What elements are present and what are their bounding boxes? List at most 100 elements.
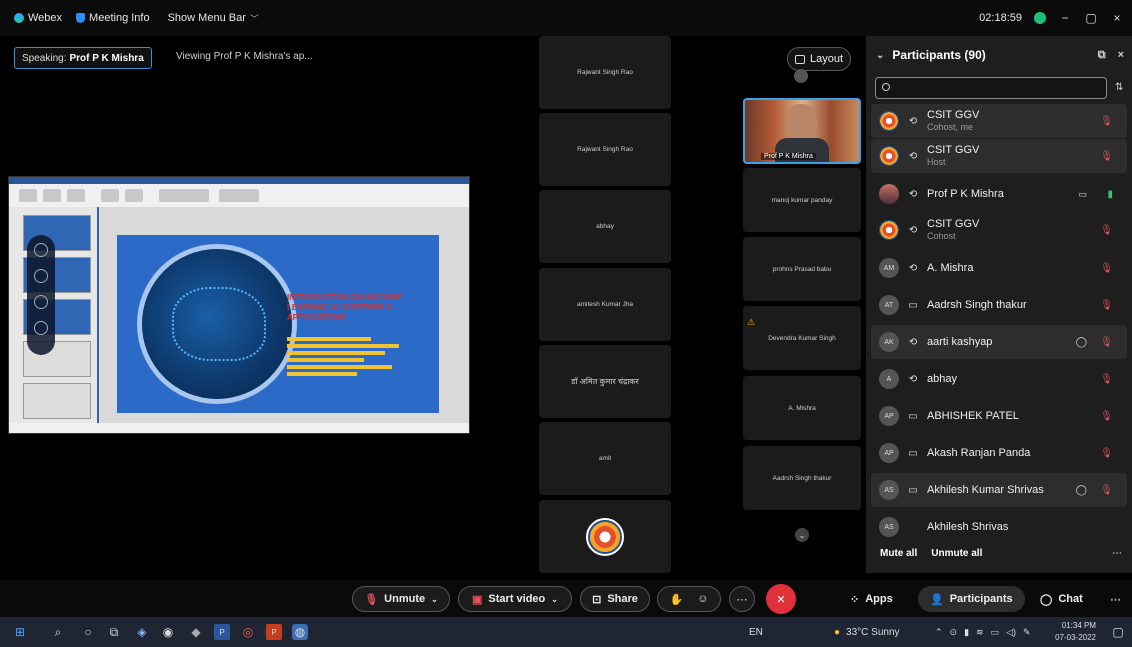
participant-row[interactable]: AK ⟲ aarti kashyap ◯ 🎙 [871, 325, 1127, 359]
video-tile[interactable]: amit [539, 422, 671, 495]
start-video-button[interactable]: ▣ Start video ⌄ [458, 586, 572, 612]
video-tile[interactable]: amitesh Kumar Jha [539, 268, 671, 341]
mic-muted-icon[interactable]: 🎙 [1100, 485, 1113, 496]
chat-bubble-icon[interactable]: ◯ [1076, 337, 1087, 348]
app-icon[interactable]: ◆ [188, 624, 204, 640]
participant-row[interactable]: AS ▭ Akhilesh Kumar Shrivas ◯ 🎙 [871, 473, 1127, 507]
participant-name: ABHISHEK PATEL [927, 410, 1019, 422]
search-tool-icon[interactable] [34, 321, 48, 335]
video-tile[interactable] [539, 500, 671, 573]
windows-start-icon[interactable]: ⊞ [12, 624, 28, 640]
chat-button[interactable]: ◯ Chat [1040, 586, 1083, 612]
video-tile[interactable]: Aadrsh Singh thakur [743, 446, 861, 510]
pointer-tool-icon[interactable] [34, 269, 48, 283]
popout-icon[interactable]: ⧉ [1098, 49, 1106, 62]
notifications-icon[interactable]: ▢ [1110, 624, 1126, 640]
mic-muted-icon[interactable]: 🎙 [1100, 225, 1113, 236]
mic-muted-icon[interactable]: 🎙 [1100, 374, 1113, 385]
participant-row[interactable]: AT ▭ Aadrsh Singh thakur 🎙 [871, 288, 1127, 322]
chevron-down-icon[interactable]: ⌄ [431, 595, 438, 604]
pen-icon[interactable]: ✎ [1023, 627, 1031, 638]
participant-row[interactable]: AM ⟲ A. Mishra 🎙 [871, 251, 1127, 285]
video-tile[interactable]: abhay [539, 190, 671, 263]
participant-row[interactable]: AS Akhilesh Shrivas [871, 510, 1127, 544]
mic-muted-icon[interactable]: 🎙 [1100, 263, 1113, 274]
video-tile[interactable]: prohns Prasad babu [743, 237, 861, 301]
tray-app-icon[interactable]: ⊙ [950, 627, 958, 638]
restore-button[interactable]: ▢ [1084, 11, 1098, 25]
volume-icon[interactable]: ◁) [1006, 627, 1016, 638]
chrome-icon[interactable]: ◎ [240, 624, 256, 640]
weather-widget[interactable]: ● 33°C Sunny [834, 617, 900, 647]
more-button[interactable]: ⋯ [729, 586, 755, 612]
scroll-up-button[interactable] [794, 69, 808, 83]
reactions-icon[interactable]: ☺ [697, 593, 708, 605]
video-tile[interactable]: डॉ अमित कुमार चंद्राकर [539, 345, 671, 418]
unmute-all-button[interactable]: Unmute all [931, 548, 982, 559]
participant-search-input[interactable] [875, 77, 1107, 99]
layout-button[interactable]: Layout [787, 47, 851, 71]
clock[interactable]: 01:34 PM 07-03-2022 [1052, 620, 1096, 644]
self-view-tile[interactable]: Prof P K Mishra [743, 98, 861, 164]
chevron-up-icon[interactable]: ⌃ [935, 627, 943, 638]
connection-status-icon[interactable] [1034, 12, 1046, 24]
chat-bubble-icon[interactable]: ◯ [1076, 485, 1087, 496]
search-icon[interactable]: ⌕ [50, 624, 66, 640]
raise-hand-icon[interactable]: ✋ [670, 593, 684, 606]
video-tile[interactable]: Devendra Kumar Singh [743, 306, 861, 370]
participant-row[interactable]: ⟲ CSIT GGV Cohost, me 🎙 [871, 104, 1127, 138]
participant-row[interactable]: ⟲ CSIT GGV Host 🎙 [871, 139, 1127, 173]
close-panel-icon[interactable]: × [1118, 49, 1124, 62]
scroll-down-button[interactable]: ⌄ [795, 528, 809, 542]
participant-row[interactable]: AP ▭ Akash Ranjan Panda 🎙 [871, 436, 1127, 470]
display-icon[interactable]: ▭ [991, 627, 1000, 638]
show-menu-bar-button[interactable]: Show Menu Bar ﹀ [168, 12, 259, 25]
participants-label: Participants [949, 593, 1013, 605]
webex-menu[interactable]: Webex [14, 12, 62, 24]
collapse-chevron-icon[interactable]: ⌄ [876, 50, 884, 61]
participants-button[interactable]: 👤 Participants [918, 586, 1025, 612]
participant-row[interactable]: AP ▭ ABHISHEK PATEL 🎙 [871, 399, 1127, 433]
apps-button[interactable]: ⁘ Apps [850, 586, 893, 612]
shared-screen[interactable]: INTRODUCTION ON MACHINE LEARNING ALGORIT… [8, 176, 470, 434]
close-button[interactable]: × [1110, 11, 1124, 25]
mute-all-button[interactable]: Mute all [880, 548, 917, 559]
mic-muted-icon[interactable]: 🎙 [1100, 448, 1113, 459]
language-indicator[interactable]: EN [749, 617, 763, 647]
mic-muted-icon[interactable]: 🎙 [1100, 337, 1113, 348]
mic-muted-icon[interactable]: 🎙 [1100, 116, 1113, 127]
leave-meeting-button[interactable]: × [766, 584, 796, 614]
share-button[interactable]: ⊡ Share [580, 586, 650, 612]
participant-row[interactable]: ⟲ Prof P K Mishra ▭ ▮ [871, 177, 1127, 211]
wifi-icon[interactable]: ≋ [976, 627, 984, 638]
video-tile[interactable]: manoj kumar panday [743, 168, 861, 232]
pen-tool-icon[interactable] [34, 295, 48, 309]
mic-on-icon[interactable]: ▮ [1107, 189, 1113, 200]
task-view-icon[interactable]: ⧉ [106, 624, 122, 640]
more-options-icon[interactable]: ⋯ [1110, 586, 1121, 612]
battery-icon[interactable]: ▮ [964, 627, 969, 638]
more-options-icon[interactable]: ⋯ [1112, 548, 1122, 559]
cortana-icon[interactable]: ○ [80, 624, 96, 640]
mic-muted-icon[interactable]: 🎙 [1100, 411, 1113, 422]
mic-muted-icon[interactable]: 🎙 [1100, 151, 1113, 162]
system-tray[interactable]: ⌃ ⊙ ▮ ≋ ▭ ◁) ✎ [935, 617, 1031, 647]
unmute-button[interactable]: 🎙 Unmute ⌄ [352, 586, 450, 612]
app-icon[interactable]: P [214, 624, 230, 640]
participant-row[interactable]: A ⟲ abhay 🎙 [871, 362, 1127, 396]
mic-muted-icon[interactable]: 🎙 [1100, 300, 1113, 311]
annotation-toolbar[interactable] [27, 235, 55, 355]
meeting-info-button[interactable]: Meeting Info [76, 12, 150, 24]
chevron-down-icon[interactable]: ⌄ [551, 595, 558, 604]
participant-row[interactable]: ⟲ CSIT GGV Cohost 🎙 [871, 213, 1127, 247]
video-tile[interactable]: Rajwant Singh Rao [539, 113, 671, 186]
zoom-tool-icon[interactable] [34, 243, 48, 257]
webex-taskbar-icon[interactable]: ◍ [292, 624, 308, 640]
app-icon[interactable]: ◈ [134, 624, 150, 640]
powerpoint-icon[interactable]: P [266, 624, 282, 640]
minimize-button[interactable]: − [1058, 11, 1072, 25]
location-icon[interactable]: ◉ [160, 624, 176, 640]
video-tile[interactable]: Rajwant Singh Rao [539, 36, 671, 109]
video-tile[interactable]: A. Mishra [743, 376, 861, 440]
sort-icon[interactable]: ⇅ [1115, 82, 1123, 93]
